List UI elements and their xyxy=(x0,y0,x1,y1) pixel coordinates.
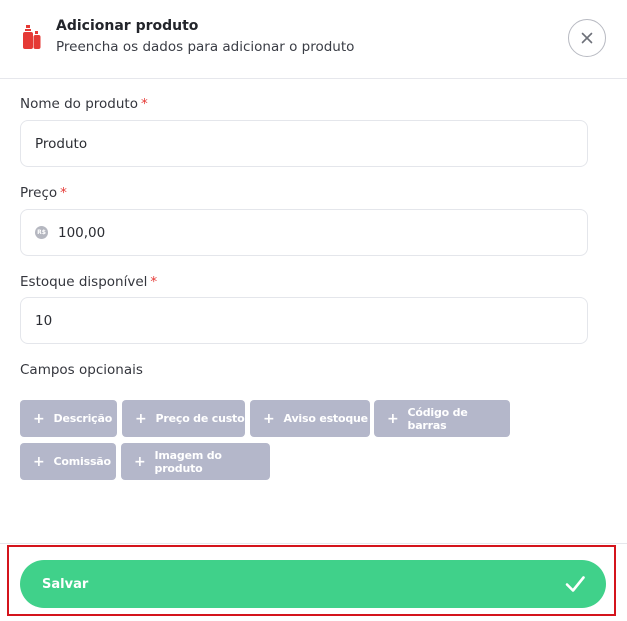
chip-aviso-estoque[interactable]: + Aviso estoque xyxy=(250,400,370,437)
chip-label: Preço de custo xyxy=(155,412,245,425)
price-input[interactable] xyxy=(58,224,587,241)
product-name-input[interactable] xyxy=(35,135,587,152)
chip-codigo-de-barras[interactable]: + Código de barras xyxy=(374,400,510,437)
product-name-label: Nome do produto * xyxy=(20,96,148,112)
stock-label-text: Estoque disponível xyxy=(20,274,148,290)
stock-field[interactable] xyxy=(20,297,588,344)
check-icon xyxy=(565,576,585,592)
plus-icon: + xyxy=(33,410,45,427)
chip-comissao[interactable]: + Comissão xyxy=(20,443,116,480)
chip-descricao[interactable]: + Descrição xyxy=(20,400,117,437)
chip-label: Código de barras xyxy=(407,405,468,432)
modal-subtitle: Preencha os dados para adicionar o produ… xyxy=(56,39,355,55)
currency-icon: R$ xyxy=(35,226,48,239)
chip-label: Imagem do produto xyxy=(154,448,222,475)
product-name-label-text: Nome do produto xyxy=(20,96,138,112)
required-mark: * xyxy=(150,274,158,290)
modal-title: Adicionar produto xyxy=(56,18,199,34)
plus-icon: + xyxy=(263,410,275,427)
required-mark: * xyxy=(60,185,67,201)
plus-icon: + xyxy=(134,453,146,470)
price-field[interactable]: R$ xyxy=(20,209,588,256)
plus-icon: + xyxy=(135,410,147,427)
plus-icon: + xyxy=(387,410,399,427)
stock-label: Estoque disponível * xyxy=(20,274,157,290)
save-button-label: Salvar xyxy=(42,576,89,592)
product-name-field[interactable] xyxy=(20,120,588,167)
chip-preco-de-custo[interactable]: + Preço de custo xyxy=(122,400,245,437)
save-button[interactable]: Salvar xyxy=(20,560,606,608)
product-bottles-icon xyxy=(23,25,41,49)
required-mark: * xyxy=(141,96,148,112)
footer-divider xyxy=(0,543,627,544)
chip-imagem-do-produto[interactable]: + Imagem do produto xyxy=(121,443,270,480)
price-label: Preço * xyxy=(20,185,67,201)
modal-header: Adicionar produto Preencha os dados para… xyxy=(0,0,627,79)
plus-icon: + xyxy=(33,453,45,470)
chip-label: Descrição xyxy=(53,412,113,425)
price-label-text: Preço xyxy=(20,185,58,201)
close-icon xyxy=(581,32,593,44)
optional-fields-title: Campos opcionais xyxy=(20,362,143,378)
close-button[interactable] xyxy=(568,19,606,57)
stock-input[interactable] xyxy=(35,312,587,329)
chip-label: Aviso estoque xyxy=(283,412,369,425)
chip-label: Comissão xyxy=(53,455,112,468)
